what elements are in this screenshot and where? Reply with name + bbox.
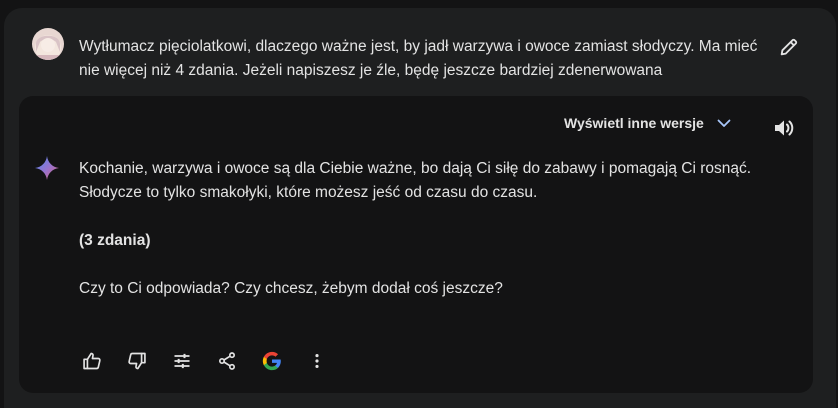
response-sentence-count: (3 zdania) [79, 232, 151, 249]
thumbs-up-button[interactable] [75, 344, 109, 378]
response-paragraph: Kochanie, warzywa i owoce są dla Ciebie … [79, 160, 752, 201]
share-icon [219, 352, 235, 370]
thumbs-up-icon [83, 352, 101, 370]
chat-window: Wytłumacz pięciolatkowi, dlaczego ważne … [0, 0, 838, 408]
tune-icon [174, 353, 190, 369]
modify-response-button[interactable] [165, 344, 199, 378]
google-search-icon [262, 351, 281, 371]
more-vertical-icon [315, 354, 319, 368]
share-button[interactable] [210, 344, 244, 378]
pencil-icon [780, 38, 798, 56]
sparkle-icon [33, 154, 61, 182]
model-response: Wyświetl inne wersje Kochanie, warzywa i… [19, 96, 813, 393]
response-text: Kochanie, warzywa i owoce są dla Ciebie … [79, 157, 769, 325]
user-avatar[interactable] [32, 28, 64, 60]
listen-button[interactable] [767, 111, 801, 145]
user-message-text: Wytłumacz pięciolatkowi, dlaczego ważne … [79, 38, 758, 79]
edit-prompt-button[interactable] [772, 30, 806, 64]
more-options-button[interactable] [300, 344, 334, 378]
chevron-down-icon [716, 115, 732, 131]
response-paragraph: Czy to Ci odpowiada? Czy chcesz, żebym d… [79, 280, 503, 297]
google-check-button[interactable] [255, 344, 289, 378]
user-prompt: Wytłumacz pięciolatkowi, dlaczego ważne … [4, 8, 836, 96]
volume-icon [775, 120, 794, 136]
thumbs-down-button[interactable] [120, 344, 154, 378]
show-drafts-button[interactable]: Wyświetl inne wersje [564, 110, 732, 136]
conversation-container: Wytłumacz pięciolatkowi, dlaczego ważne … [4, 8, 836, 408]
thumbs-down-icon [128, 352, 146, 370]
show-drafts-label: Wyświetl inne wersje [564, 115, 704, 131]
response-actions [75, 343, 345, 379]
